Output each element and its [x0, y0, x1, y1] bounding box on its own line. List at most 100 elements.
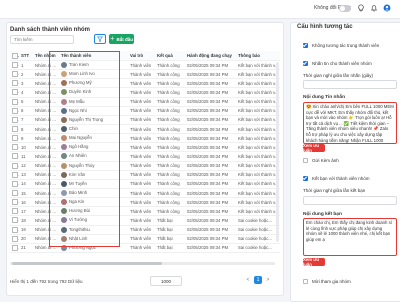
page-size-select[interactable]: 1000: [150, 276, 182, 286]
col-stt[interactable]: STT: [19, 51, 33, 61]
table-row[interactable]: 20 Nhóm ai Xu.. Nhật Linh Thành viên Thất bạ…: [10, 234, 280, 244]
row-checkbox[interactable]: [10, 161, 19, 171]
row-checkbox[interactable]: [10, 225, 19, 235]
row-member-name[interactable]: Vi Tường: [59, 215, 128, 226]
message-textarea[interactable]: 😍 Xin chào anh/chị Em bên FULL 1000 MEM …: [303, 102, 397, 144]
row-member-name[interactable]: Kim Vân: [59, 170, 128, 180]
row-checkbox[interactable]: [10, 69, 19, 80]
row-member-name[interactable]: Mẹ Mẫu: [59, 97, 128, 107]
row-checkbox[interactable]: [10, 78, 19, 89]
proxy-toggle[interactable]: [339, 5, 351, 12]
row-member-name[interactable]: Ngọc Nhi: [59, 106, 128, 116]
friend-delay-input[interactable]: [303, 196, 397, 205]
row-checkbox[interactable]: [10, 215, 19, 226]
col-group[interactable]: Tên nhóm: [33, 51, 59, 61]
table-row[interactable]: 6 Nhóm ai Xu.. Ngọc Nhi Thành viên Thành côn…: [10, 106, 280, 116]
table-row[interactable]: 1 Nhóm ai Xu.. Tran Kiem Thành viên Thành cô…: [10, 60, 280, 71]
filter-button[interactable]: [94, 34, 106, 44]
row-member-name[interactable]: An Nhiên: [59, 151, 128, 162]
table-row[interactable]: 16 Nhóm ai Xu.. Nga Kin Thành viên Thành côn…: [10, 197, 280, 208]
add-friend-checkbox[interactable]: [303, 176, 308, 181]
row-member-name[interactable]: Chin: [59, 124, 128, 135]
table-row[interactable]: 4 Nhóm ai Xu.. Duyên Kinh Thành viên Thành c…: [10, 87, 280, 98]
table-row[interactable]: 18 Nhóm ai Xu.. Vi Tường Thành viên Thất bại…: [10, 215, 280, 226]
row-checkbox[interactable]: [10, 133, 19, 144]
row-checkbox[interactable]: [10, 179, 19, 189]
table-row[interactable]: 14 Nhóm ai Xu.. Mr Tuyền Thành viên Thành cô…: [10, 179, 280, 189]
notification-bell-icon[interactable]: [369, 3, 379, 13]
invite-group-checkbox[interactable]: [303, 279, 308, 284]
friend-textarea[interactable]: Em chào chị, Em thấy chị đang kinh doanh…: [303, 218, 397, 256]
start-button[interactable]: ＋ Bắt đầu: [109, 34, 134, 44]
row-checkbox[interactable]: [10, 197, 19, 208]
row-checkbox[interactable]: [10, 106, 19, 116]
table-row[interactable]: 5 Nhóm ai Xu.. Mẹ Mẫu Thành viên Thành công 0…: [10, 97, 280, 107]
page-1-button[interactable]: 1: [254, 276, 262, 284]
row-notification: Kết bạn với thành v..: [236, 142, 280, 153]
next-page-button[interactable]: >: [264, 276, 272, 284]
row-member-name[interactable]: Duyên Kinh: [59, 87, 128, 98]
row-checkbox[interactable]: [10, 60, 19, 71]
row-checkbox[interactable]: [10, 115, 19, 125]
table-row[interactable]: 19 Nhóm ai Xu.. Tongthithiu Thành viên Thất …: [10, 225, 280, 235]
row-result: Thất bại: [155, 225, 185, 235]
col-member-name[interactable]: Tên thành viên: [59, 51, 128, 61]
row-checkbox[interactable]: [10, 234, 19, 244]
table-row[interactable]: 21 Nhóm ai Xu.. Phương Ngọc Thành viên Thất …: [10, 243, 280, 253]
select-all-checkbox[interactable]: [10, 51, 19, 61]
row-member-name[interactable]: Nga Kin: [59, 197, 128, 208]
row-member-name[interactable]: Phương Ngọc: [59, 243, 128, 253]
row-stt: 4: [19, 87, 33, 98]
message-members-checkbox[interactable]: [303, 61, 308, 66]
table-row[interactable]: 2 Nhóm ai Xu.. Mom Linh Ivo Thành viên Thành…: [10, 69, 280, 80]
row-member-name[interactable]: Nhật Linh: [59, 234, 128, 244]
row-member-name[interactable]: Hương Bùi: [59, 206, 128, 217]
settings-title: Cấu hình tương tác: [297, 24, 353, 30]
row-checkbox[interactable]: [10, 170, 19, 180]
table-vertical-scrollbar[interactable]: [276, 62, 279, 242]
prev-page-button[interactable]: <: [244, 276, 252, 284]
bulb-icon[interactable]: [356, 3, 366, 13]
user-avatar-icon[interactable]: [382, 3, 392, 13]
table-row[interactable]: 11 Nhóm ai Xu.. An Nhiên Thành viên Thành cô…: [10, 151, 280, 162]
row-member-name[interactable]: Mom Linh Ivo: [59, 69, 128, 80]
message-delay-input[interactable]: [303, 80, 397, 89]
row-checkbox[interactable]: [10, 124, 19, 135]
row-member-name[interactable]: Mai Nguyễn: [59, 133, 128, 144]
table-row[interactable]: 3 Nhóm ai Xu.. Phương Mỹ Thành viên Thành cô…: [10, 78, 280, 89]
row-checkbox[interactable]: [10, 206, 19, 217]
table-row[interactable]: 9 Nhóm ai Xu.. Mai Nguyễn Thành viên Thành c…: [10, 133, 280, 144]
search-input[interactable]: [10, 35, 74, 44]
row-checkbox[interactable]: [10, 142, 19, 153]
row-member-name[interactable]: Phương Mỹ: [59, 78, 128, 89]
row-checkbox[interactable]: [10, 151, 19, 162]
table-horizontal-scrollbar[interactable]: [10, 262, 275, 265]
row-member-name[interactable]: Tran Kiem: [59, 60, 128, 71]
col-result[interactable]: Kết quả: [155, 51, 185, 61]
table-row[interactable]: 15 Nhóm ai Xu.. Bảo Minh Thành viên Thành cô…: [10, 188, 280, 199]
table-row[interactable]: 13 Nhóm ai Xu.. Kim Vân Thành viên Thành côn…: [10, 170, 280, 180]
table-row[interactable]: 17 Nhóm ai Xu.. Hương Bùi Thành viên Thành c…: [10, 206, 280, 217]
row-member-name[interactable]: Nguyễn Thùy: [59, 161, 128, 171]
member-name-text: Mr Tuyền: [69, 181, 87, 187]
skip-duplicate-checkbox[interactable]: [303, 43, 308, 48]
friend-preview-button[interactable]: Xem ưu luận: [303, 257, 325, 267]
table-row[interactable]: 8 Nhóm ai Xu.. Chin Thành viên Thành công 02/…: [10, 124, 280, 135]
row-checkbox[interactable]: [10, 87, 19, 98]
col-notification[interactable]: Thông báo: [236, 51, 280, 61]
table-row[interactable]: 10 Nhóm ai Xu.. Ngô Hằng Thành viên Thành cô…: [10, 142, 280, 153]
attach-image-checkbox[interactable]: [303, 158, 308, 163]
row-member-name[interactable]: Bảo Minh: [59, 188, 128, 199]
table-row[interactable]: 12 Nhóm ai Xu.. Nguyễn Thùy Thành viên Thành…: [10, 161, 280, 171]
row-checkbox[interactable]: [10, 188, 19, 199]
row-checkbox[interactable]: [10, 243, 19, 253]
col-running-action[interactable]: Hành động đang chạy: [185, 51, 236, 61]
row-member-name[interactable]: Ngô Hằng: [59, 142, 128, 153]
row-checkbox[interactable]: [10, 97, 19, 107]
row-member-name[interactable]: Tongthithiu: [59, 225, 128, 235]
col-role[interactable]: Vai trò: [128, 51, 155, 61]
table-row[interactable]: 7 Nhóm ai Xu.. Nguyễn Thị Trọng Thành viên T…: [10, 115, 280, 125]
row-member-name[interactable]: Mr Tuyền: [59, 179, 128, 189]
row-member-name[interactable]: Nguyễn Thị Trọng: [59, 115, 128, 125]
message-preview-button[interactable]: Xem ưu luận: [303, 143, 325, 153]
